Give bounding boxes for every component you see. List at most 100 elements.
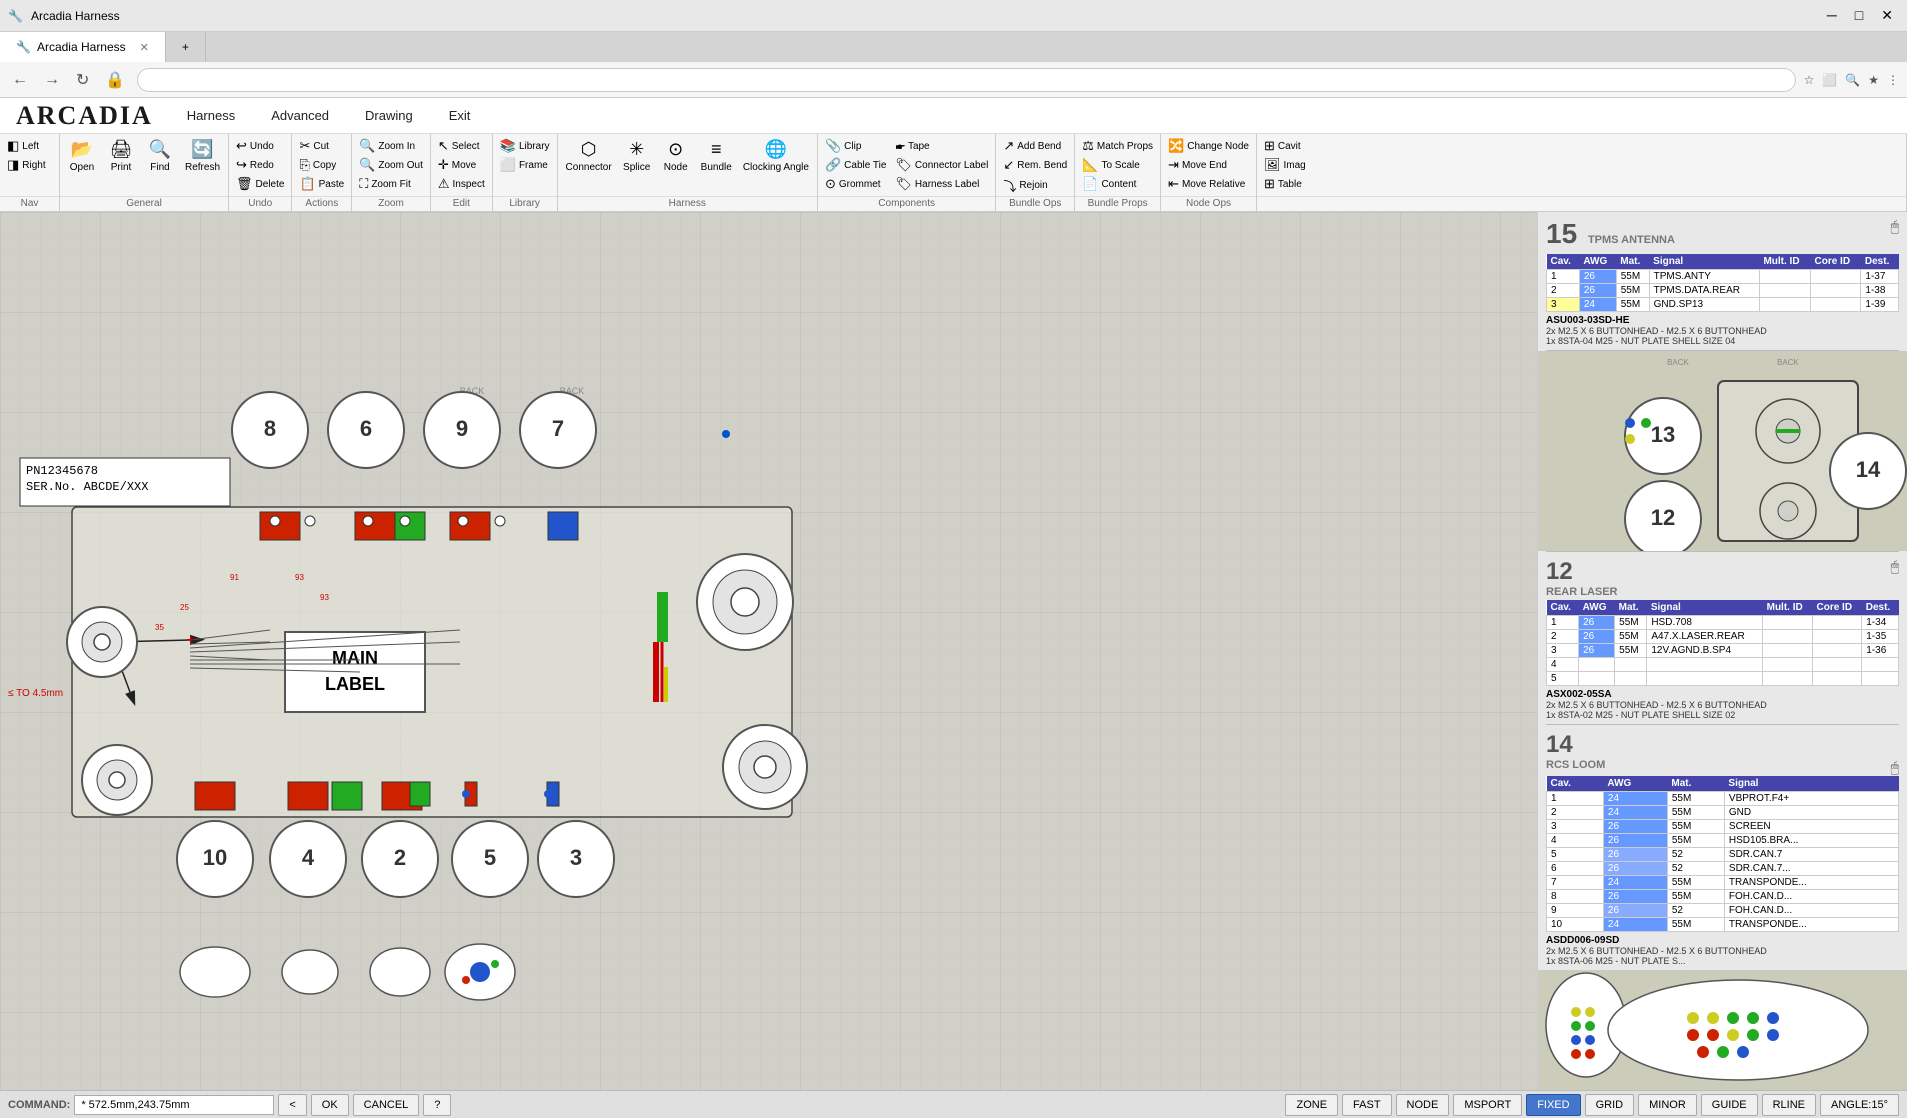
rejoin-button[interactable]: ⤵ Rejoin [999, 175, 1071, 196]
copy-button[interactable]: ⎘ Copy [295, 156, 348, 174]
angle-button[interactable]: ANGLE:15° [1820, 1094, 1899, 1116]
table-row: 1 26 55M TPMS.ANTY 1-37 [1547, 270, 1899, 284]
toolbar-library: 📚 Library ⬜ Frame Library [493, 134, 558, 211]
menu-exit[interactable]: Exit [431, 98, 489, 133]
conn-label-button[interactable]: 🏷 Connector Label [891, 156, 992, 174]
connector-button[interactable]: ⬡ Connector [561, 137, 617, 176]
table-button[interactable]: ⊞ Table [1260, 175, 1310, 193]
inspect-button[interactable]: ⚠ Inspect [434, 175, 489, 193]
svg-text:BACK: BACK [1777, 358, 1799, 367]
select-button[interactable]: ↖ Select [434, 137, 489, 155]
cable-tie-button[interactable]: 🔗 Cable Tie [821, 156, 890, 174]
minimize-button[interactable]: ─ [1821, 5, 1843, 26]
nav-prev-button[interactable]: < [278, 1094, 306, 1116]
move-end-button[interactable]: ⇥ Move End [1164, 156, 1253, 174]
bundle-button[interactable]: ≡ Bundle [696, 137, 737, 176]
magnify-icon[interactable]: 🔍 [1845, 73, 1860, 87]
tape-button[interactable]: 🖝 Tape [891, 137, 992, 155]
find-button[interactable]: 🔍 Find [141, 137, 179, 176]
msport-button[interactable]: MSPORT [1453, 1094, 1522, 1116]
zoomfit-button[interactable]: ⛶ Zoom Fit [355, 175, 427, 193]
grommet-button[interactable]: ⊙ Grommet [821, 175, 890, 193]
tpms-part-num: ASU003-03SD-HE [1546, 315, 1899, 326]
close-button[interactable]: ✕ [1875, 5, 1899, 26]
harness-label-button[interactable]: 🏷 Harness Label [891, 175, 992, 193]
drawing-canvas: BACK BACK 8 6 9 7 PN12345678 SER.No. ABC… [0, 212, 1537, 1090]
fixed-button[interactable]: FIXED [1526, 1094, 1580, 1116]
ok-button[interactable]: OK [311, 1094, 349, 1116]
change-node-button[interactable]: 🔀 Change Node [1164, 137, 1253, 155]
maximize-button[interactable]: □ [1849, 5, 1869, 26]
library-button[interactable]: 📚 Library [496, 137, 554, 155]
tab-close-icon[interactable]: ✕ [140, 41, 149, 54]
address-input[interactable] [137, 68, 1795, 92]
grid-button[interactable]: GRID [1585, 1094, 1635, 1116]
open-button[interactable]: 📂 Open [63, 137, 101, 176]
connector-diagram-area: BACK 13 12 14 [1538, 351, 1907, 551]
fast-button[interactable]: FAST [1342, 1094, 1392, 1116]
grommet-icon: ⊙ [825, 176, 836, 192]
title-bar-controls[interactable]: ─ □ ✕ [1821, 5, 1899, 26]
guide-button[interactable]: GUIDE [1701, 1094, 1758, 1116]
command-input[interactable] [74, 1095, 274, 1115]
redo-button[interactable]: ↪ Redo [232, 156, 288, 174]
zone-button[interactable]: ZONE [1285, 1094, 1338, 1116]
move-button[interactable]: ✛ Move [434, 156, 489, 174]
imag-button[interactable]: 🖼 Imag [1260, 156, 1310, 174]
table-row: 3 26 55M 12V.AGND.B.SP4 1-36 [1547, 644, 1899, 658]
menu-harness[interactable]: Harness [169, 98, 253, 133]
right-panel: 15 TPMS ANTENNA 🖱 Cav. AWG Mat. Signal M… [1537, 212, 1907, 1090]
table-row: 4 26 55M HSD105.BRA... [1547, 834, 1899, 848]
frame-icon: ⬜ [500, 157, 516, 173]
move-relative-button[interactable]: ⇤ Move Relative [1164, 175, 1253, 193]
cut-button[interactable]: ✂ Cut [295, 137, 348, 155]
undo-button[interactable]: ↩ Undo [232, 137, 288, 155]
to-scale-button[interactable]: 📐 To Scale [1078, 156, 1157, 174]
canvas-area[interactable]: BACK BACK 8 6 9 7 PN12345678 SER.No. ABC… [0, 212, 1537, 1090]
content-button[interactable]: 📄 Content [1078, 175, 1157, 193]
rem-bend-button[interactable]: ↙ Rem. Bend [999, 156, 1071, 174]
match-props-button[interactable]: ⚖ Match Props [1078, 137, 1157, 155]
refresh-tool-button[interactable]: 🔄 Refresh [180, 137, 225, 176]
tab-arcadia[interactable]: 🔧 Arcadia Harness ✕ [0, 32, 166, 62]
cavit-button[interactable]: ⊞ Cavit [1260, 137, 1310, 155]
paste-button[interactable]: 📋 Paste [295, 175, 348, 193]
rcs-desc2: 1x 8STA-06 M25 - NUT PLATE S... [1546, 956, 1899, 966]
screen-icon[interactable]: ⬜ [1822, 73, 1837, 87]
match-props-icon: ⚖ [1082, 138, 1094, 154]
print-button[interactable]: 🖨 Print [102, 137, 140, 176]
clocking-angle-button[interactable]: 🌐 Clocking Angle [738, 137, 814, 176]
nav-right-label: Right [22, 160, 45, 171]
rcs-label: RCS LOOM [1546, 759, 1899, 771]
rline-button[interactable]: RLINE [1762, 1094, 1816, 1116]
minor-button[interactable]: MINOR [1638, 1094, 1697, 1116]
add-bend-button[interactable]: ↗ Add Bend [999, 137, 1071, 155]
node-status-button[interactable]: NODE [1396, 1094, 1450, 1116]
ext-icon[interactable]: ★ [1868, 73, 1879, 87]
cable-tie-icon: 🔗 [825, 157, 841, 173]
node-button[interactable]: ⊙ Node [657, 137, 695, 176]
clip-button[interactable]: 📎 Clip [821, 137, 890, 155]
tpms-th-mat: Mat. [1616, 254, 1649, 270]
app-icon: 🔧 [8, 9, 23, 23]
menu-icon[interactable]: ⋮ [1887, 73, 1899, 87]
new-tab-button[interactable]: + [166, 32, 206, 62]
refresh-button[interactable]: ↻ [72, 68, 93, 92]
zoomout-button[interactable]: 🔍 Zoom Out [355, 156, 427, 174]
nav-right-button[interactable]: ◨ Right [3, 156, 50, 174]
svg-text:9: 9 [456, 416, 468, 441]
zoomin-button[interactable]: 🔍 Zoom In [355, 137, 427, 155]
star-icon[interactable]: ☆ [1804, 73, 1815, 87]
cancel-button[interactable]: CANCEL [353, 1094, 420, 1116]
menu-drawing[interactable]: Drawing [347, 98, 431, 133]
delete-button[interactable]: 🗑 Delete [232, 175, 288, 193]
frame-button[interactable]: ⬜ Frame [496, 156, 554, 174]
tpms-table: Cav. AWG Mat. Signal Mult. ID Core ID De… [1546, 254, 1899, 312]
status-bar: COMMAND: < OK CANCEL ? ZONE FAST NODE MS… [0, 1090, 1907, 1118]
nav-left-button[interactable]: ◧ Left [3, 137, 43, 155]
forward-button[interactable]: → [40, 69, 64, 91]
back-button[interactable]: ← [8, 69, 32, 91]
help-button[interactable]: ? [423, 1094, 451, 1116]
splice-button[interactable]: ✳ Splice [618, 137, 656, 176]
menu-advanced[interactable]: Advanced [253, 98, 347, 133]
